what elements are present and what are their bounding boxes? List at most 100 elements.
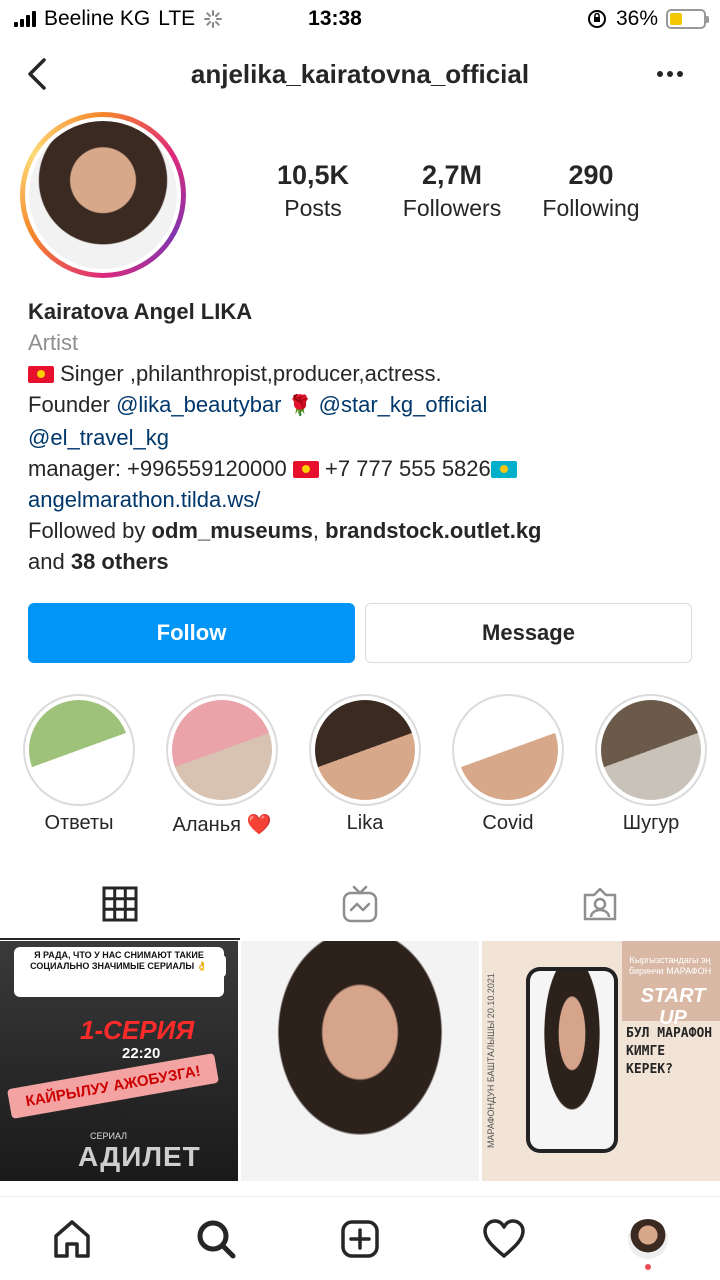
- following-count: 290: [568, 160, 614, 190]
- igtv-icon: [342, 885, 378, 923]
- nav-profile[interactable]: [576, 1197, 720, 1280]
- highlight-cover: [601, 700, 701, 800]
- status-bar: Beeline KG LTE 13:38 36%: [0, 0, 720, 38]
- battery-icon: [666, 9, 709, 29]
- post-top-text: Кыргызстандагы эң биринчи МАРАФОН: [628, 955, 712, 976]
- highlight-cover: [315, 700, 415, 800]
- stat-followers[interactable]: 2,7M Followers: [381, 160, 523, 222]
- post-start-up: START UP: [640, 985, 706, 1029]
- post-vertical-text: МАРАФОНДУН БАШТАЛЫШЫ 20.10.2021: [486, 973, 496, 1149]
- category-label: Artist: [28, 330, 79, 355]
- highlight-shugur[interactable]: Шугур: [586, 694, 716, 835]
- post-thumbnail[interactable]: [241, 941, 479, 1181]
- tab-igtv[interactable]: [240, 868, 480, 940]
- post-thumbnail[interactable]: МАРАФОНДУН БАШТАЛЫШЫ 20.10.2021 Кыргызст…: [482, 941, 720, 1181]
- username-title: anjelika_kairatovna_official: [190, 58, 530, 89]
- highlight-cover: [458, 700, 558, 800]
- post-subtitle: СЕРИАЛ: [90, 1131, 128, 1141]
- post-thumbnail[interactable]: Я РАДА, ЧТО У НАС СНИМАЮТ ТАКИЕ СОЦИАЛЬН…: [0, 941, 238, 1181]
- battery-percent: 36%: [615, 7, 658, 30]
- mention-star-kg-official[interactable]: @star_kg_official: [319, 392, 488, 417]
- follow-button[interactable]: Follow: [28, 603, 355, 663]
- bio-line-1: Singer ,philanthropist,producer,actress.: [28, 358, 708, 389]
- stat-posts[interactable]: 10,5K Posts: [245, 160, 381, 222]
- manager-phone: manager: +996559120000: [28, 456, 287, 481]
- mention-lika-beautybar[interactable]: @lika_beautybar: [116, 392, 281, 417]
- tab-tagged[interactable]: [480, 868, 720, 940]
- mention-el-travel-kg[interactable]: @el_travel_kg: [28, 425, 169, 450]
- posts-count: 10,5K: [276, 160, 350, 190]
- rose-icon: 🌹: [287, 395, 313, 417]
- post-episode: 1-СЕРИЯ: [80, 1015, 195, 1045]
- highlight-label: Аланья ❤️: [172, 814, 272, 836]
- bottom-navigation: [0, 1196, 720, 1280]
- bio-line-2: Founder @lika_beautybar 🌹 @star_kg_offic…: [28, 389, 708, 422]
- profile-avatar[interactable]: [20, 112, 186, 278]
- website-link[interactable]: angelmarathon.tilda.ws/: [28, 487, 260, 512]
- profile-avatar-small: [628, 1218, 668, 1259]
- posts-grid: Я РАДА, ЧТО У НАС СНИМАЮТ ТАКИЕ СОЦИАЛЬН…: [0, 941, 720, 1196]
- clock: 13:38: [308, 7, 362, 30]
- tab-grid[interactable]: [0, 868, 240, 940]
- followed-by-line[interactable]: Followed by odm_museums, brandstock.outl…: [28, 515, 708, 546]
- nav-search[interactable]: [144, 1197, 288, 1280]
- stat-following[interactable]: 290 Following: [523, 160, 659, 222]
- display-name: Kairatova Angel LIKA: [28, 299, 253, 324]
- post-question: БУЛ МАРАФОН КИМГЕ КЕРЕК?: [626, 1026, 713, 1077]
- following-label: Following: [542, 195, 640, 221]
- heart-icon: [483, 1218, 525, 1258]
- profile-photo: [29, 121, 177, 269]
- signal-icon: [14, 11, 36, 27]
- more-options-icon[interactable]: [650, 60, 690, 88]
- message-button[interactable]: Message: [365, 603, 692, 663]
- orientation-lock-icon: [587, 10, 606, 28]
- highlight-otvety[interactable]: Ответы: [14, 694, 144, 835]
- nav-home[interactable]: [0, 1197, 144, 1280]
- profile-stats: 10,5K Posts 2,7M Followers 290 Following: [245, 160, 705, 222]
- bio-line-4: manager: +996559120000 +7 777 555 5826: [28, 453, 708, 484]
- manager-phone-2: +7 777 555 5826: [324, 456, 491, 481]
- and-label: and: [28, 549, 65, 574]
- bio-line-5: angelmarathon.tilda.ws/: [28, 484, 708, 515]
- home-icon: [54, 1219, 90, 1258]
- post-banner: КАЙРЫЛУУ АЖОБУЗГА!: [6, 1052, 220, 1120]
- kyrgyzstan-flag-icon: [292, 461, 319, 478]
- search-icon: [197, 1220, 236, 1258]
- carousel-icon: [204, 955, 226, 977]
- story-highlights: Ответы Аланья ❤️ Lika Covid Шугур: [0, 694, 720, 844]
- highlight-alanya[interactable]: Аланья ❤️: [157, 694, 287, 837]
- followed-by-label: Followed by: [28, 518, 146, 543]
- kazakhstan-flag-icon: [490, 461, 517, 478]
- highlight-cover: [172, 700, 272, 800]
- post-series-title: АДИЛЕТ: [78, 1141, 201, 1172]
- profile-tabs: [0, 868, 720, 940]
- bio-line-3: @el_travel_kg: [28, 422, 708, 453]
- nav-activity[interactable]: [432, 1197, 576, 1280]
- post-text: Я РАДА, ЧТО У НАС СНИМАЮТ ТАКИЕ СОЦИАЛЬН…: [14, 947, 224, 997]
- others-count: 38 others: [70, 549, 169, 574]
- followed-user-1: odm_museums: [151, 518, 313, 543]
- grid-icon: [102, 886, 138, 922]
- profile-bio: Kairatova Angel LIKA Artist Singer ,phil…: [28, 296, 708, 577]
- highlight-lika[interactable]: Lika: [300, 694, 430, 835]
- followed-user-2: brandstock.outlet.kg: [325, 518, 542, 543]
- kyrgyzstan-flag-icon: [28, 366, 54, 383]
- highlight-label: Шугур: [622, 812, 680, 834]
- followers-count: 2,7M: [421, 160, 483, 190]
- phone-mockup: [526, 967, 618, 1153]
- carrier-label: Beeline KG: [44, 7, 151, 30]
- tagged-icon: [583, 887, 617, 921]
- post-time: 22:20: [122, 1045, 161, 1062]
- add-post-icon: [341, 1219, 379, 1258]
- highlight-label: Ответы: [44, 812, 114, 834]
- network-label: LTE: [158, 7, 196, 30]
- back-arrow-icon[interactable]: [20, 54, 56, 94]
- followed-by-line-2[interactable]: and 38 others: [28, 546, 708, 577]
- highlight-label: Covid: [482, 812, 534, 834]
- founder-label: Founder: [28, 392, 110, 417]
- loading-icon: [204, 10, 223, 28]
- highlight-covid[interactable]: Covid: [443, 694, 573, 835]
- highlight-cover: [29, 700, 129, 800]
- followers-label: Followers: [402, 195, 502, 221]
- nav-new-post[interactable]: [288, 1197, 432, 1280]
